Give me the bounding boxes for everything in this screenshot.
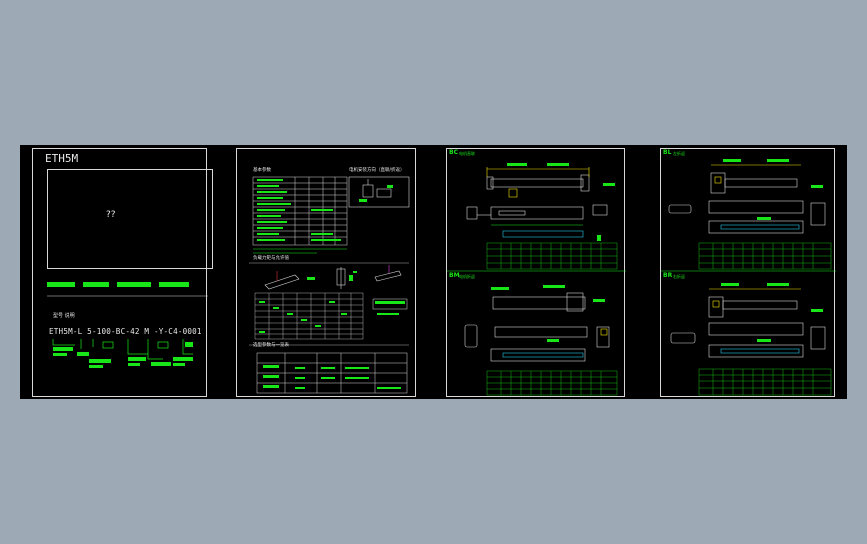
drawing-sheet-2: 基本参数 电机安装方向（直联/折返） 负载力矩与允许值 选型参数与一览表	[236, 148, 416, 397]
drawing-sheet-3: BC 电机直联 BM 电机折返	[446, 148, 626, 397]
drawing-sheet-4: BL 左折返 BR 右折返	[660, 148, 836, 397]
view-label-bm: BM	[449, 272, 460, 279]
view-title-br: 右折返	[673, 274, 685, 279]
sheet-2-linework	[249, 176, 410, 394]
view-title-bl: 左折返	[673, 151, 685, 156]
view-label-bl: BL	[663, 149, 672, 156]
spec-box-4	[159, 282, 189, 287]
spec-box-2	[83, 282, 109, 287]
spec-box-3	[117, 282, 151, 287]
sheet-4-linework	[661, 159, 836, 396]
model-label: 型号 说明	[53, 313, 75, 319]
load-heading: 负载力矩与允许值	[253, 256, 289, 261]
drawing-sheet-1: ETH5M ?? 型号 说明 ETH5M-L 5-100-BC-42 M -Y-…	[32, 148, 213, 397]
selection-table-heading: 选型参数与一览表	[253, 343, 289, 348]
spec-heading: 基本参数	[253, 168, 271, 173]
view-title-bm: 电机折返	[459, 274, 475, 279]
sheet-1-linework	[47, 282, 208, 368]
view-label-bc: BC	[449, 149, 458, 156]
model-code: ETH5M-L 5-100-BC-42 M -Y-C4-0001	[49, 327, 202, 336]
view-title-bc: 电机直联	[459, 151, 475, 156]
cad-viewport[interactable]: ETH5M ?? 型号 说明 ETH5M-L 5-100-BC-42 M -Y-…	[20, 145, 847, 399]
motor-direction-heading: 电机安装方向（直联/折返）	[349, 168, 405, 173]
spec-box-1	[47, 282, 75, 287]
view-label-br: BR	[663, 272, 673, 279]
